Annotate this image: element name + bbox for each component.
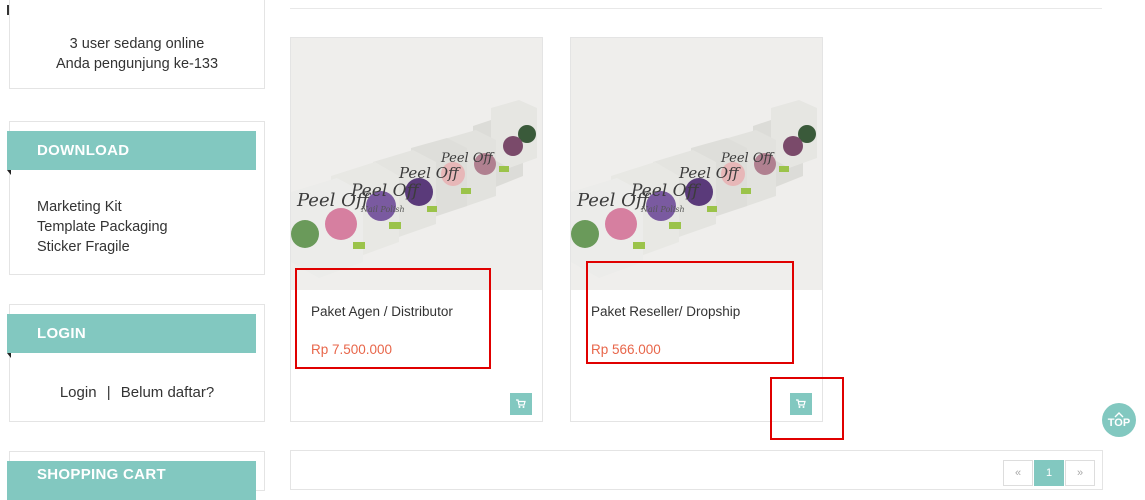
product-image[interactable]: Peel Off Peel Off Peel Off Peel Off Nail… (571, 38, 822, 290)
product-image-sub-text: Nail Polish (360, 205, 405, 214)
product-image-sub-text: Nail Polish (640, 205, 685, 214)
back-to-top-label: TOP (1107, 416, 1131, 429)
users-online-text: 3 user sedang online (69, 36, 205, 52)
product-image-brand-text: Peel Off (678, 164, 741, 182)
register-link[interactable]: Belum daftar? (121, 384, 214, 401)
product-image-brand-text: Peel Off (398, 164, 461, 182)
highlight-box-product-2-cart (770, 377, 844, 440)
product-image-brand-text: Peel Off (630, 181, 702, 201)
download-item-sticker-fragile[interactable]: Sticker Fragile (37, 239, 130, 255)
login-link[interactable]: Login (60, 384, 97, 401)
highlight-box-product-1-info (295, 268, 491, 369)
product-image-brand-text: Peel Off (440, 151, 495, 166)
download-item-template-packaging[interactable]: Template Packaging (37, 219, 168, 235)
product-image-brand-text: Peel Off (720, 151, 775, 166)
highlight-box-product-2-info (586, 261, 794, 364)
login-title: LOGIN (7, 314, 256, 353)
content-top-divider (290, 8, 1102, 9)
download-item-marketing-kit[interactable]: Marketing Kit (37, 199, 122, 215)
add-to-cart-button[interactable] (510, 393, 532, 415)
back-to-top-button[interactable]: TOP (1102, 403, 1136, 437)
download-tab-fold (7, 170, 11, 175)
product-card[interactable]: Peel Off Peel Off Peel Off Peel Off Nail… (570, 37, 823, 422)
pagination: « 1 » (1003, 460, 1095, 486)
login-separator: | (106, 384, 111, 401)
visitor-count-text: Anda pengunjung ke-133 (55, 56, 219, 72)
download-title: DOWNLOAD (7, 131, 256, 170)
product-image[interactable]: Peel Off Peel Off Peel Off Peel Off Nail… (291, 38, 542, 290)
product-image-brand-text: Peel Off (350, 181, 422, 201)
pagination-page-current[interactable]: 1 (1034, 460, 1064, 486)
login-tab-fold (7, 353, 11, 358)
pagination-panel: « 1 » (290, 450, 1103, 490)
pagination-prev[interactable]: « (1003, 460, 1033, 486)
cart-icon (516, 399, 526, 408)
online-widget: 3 user sedang online Anda pengunjung ke-… (9, 0, 265, 89)
shopping-cart-title: SHOPPING CART (7, 461, 256, 500)
login-links: Login | Belum daftar? (10, 384, 264, 401)
pagination-next[interactable]: » (1065, 460, 1095, 486)
